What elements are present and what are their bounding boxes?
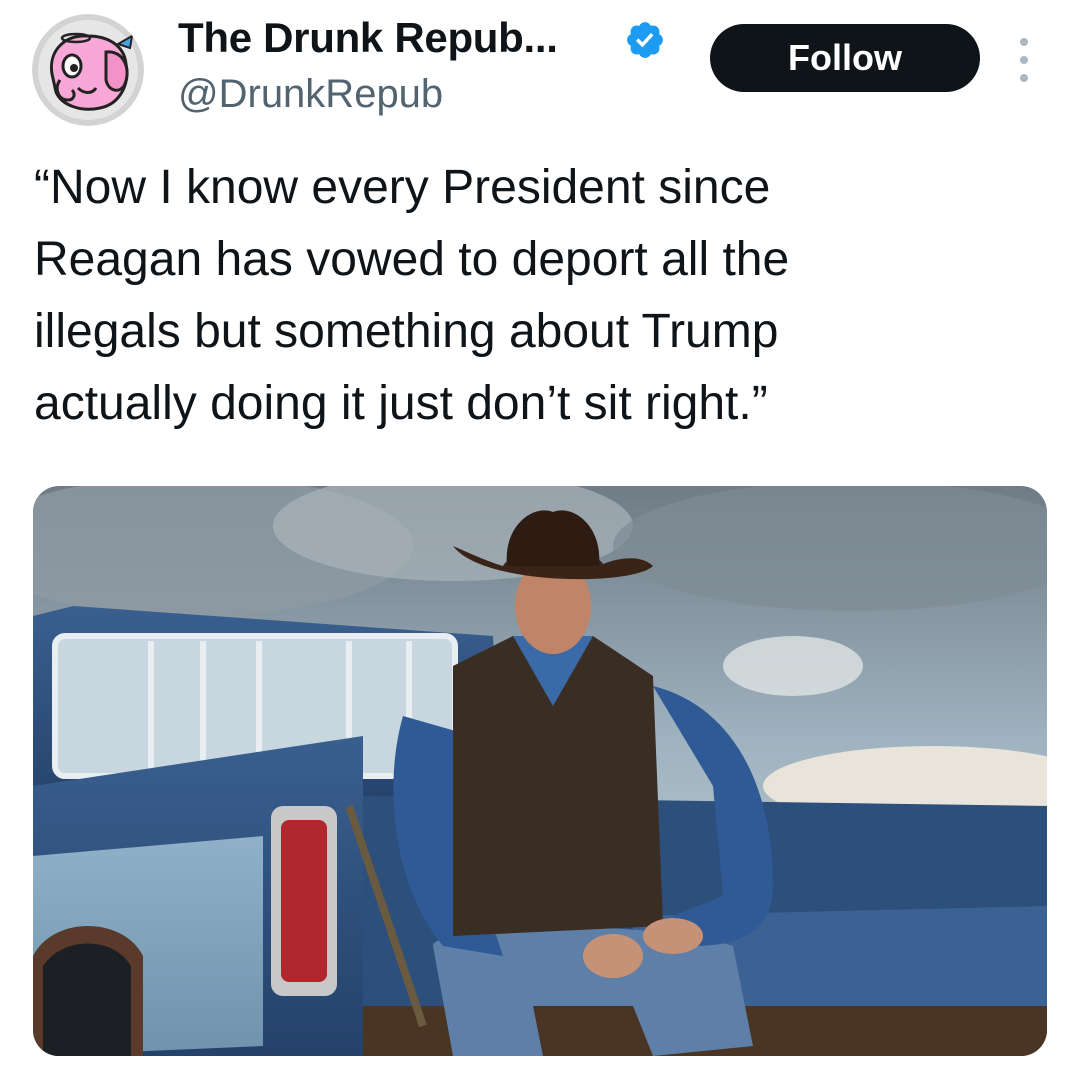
photo-cowboy-pickup-truck — [33, 486, 1047, 1056]
verified-badge-icon — [627, 22, 663, 58]
avatar[interactable] — [32, 14, 144, 126]
tweet-text: “Now I know every President since Reagan… — [34, 152, 1044, 440]
more-options-icon[interactable] — [1008, 38, 1040, 82]
drunk-elephant-avatar-icon — [32, 14, 144, 126]
display-name[interactable]: The Drunk Repub... — [178, 14, 558, 62]
follow-button[interactable]: Follow — [710, 24, 980, 92]
tweet-photo[interactable] — [33, 486, 1047, 1056]
more-dot — [1020, 38, 1028, 46]
more-dot — [1020, 56, 1028, 64]
more-dot — [1020, 74, 1028, 82]
tweet-text-line: “Now I know every President since — [34, 161, 771, 214]
tweet-text-line: illegals but something about Trump — [34, 305, 779, 358]
user-handle[interactable]: @DrunkRepub — [178, 70, 443, 118]
tweet-text-line: actually doing it just don’t sit right.” — [34, 377, 768, 430]
tweet-text-line: Reagan has vowed to deport all the — [34, 233, 790, 286]
